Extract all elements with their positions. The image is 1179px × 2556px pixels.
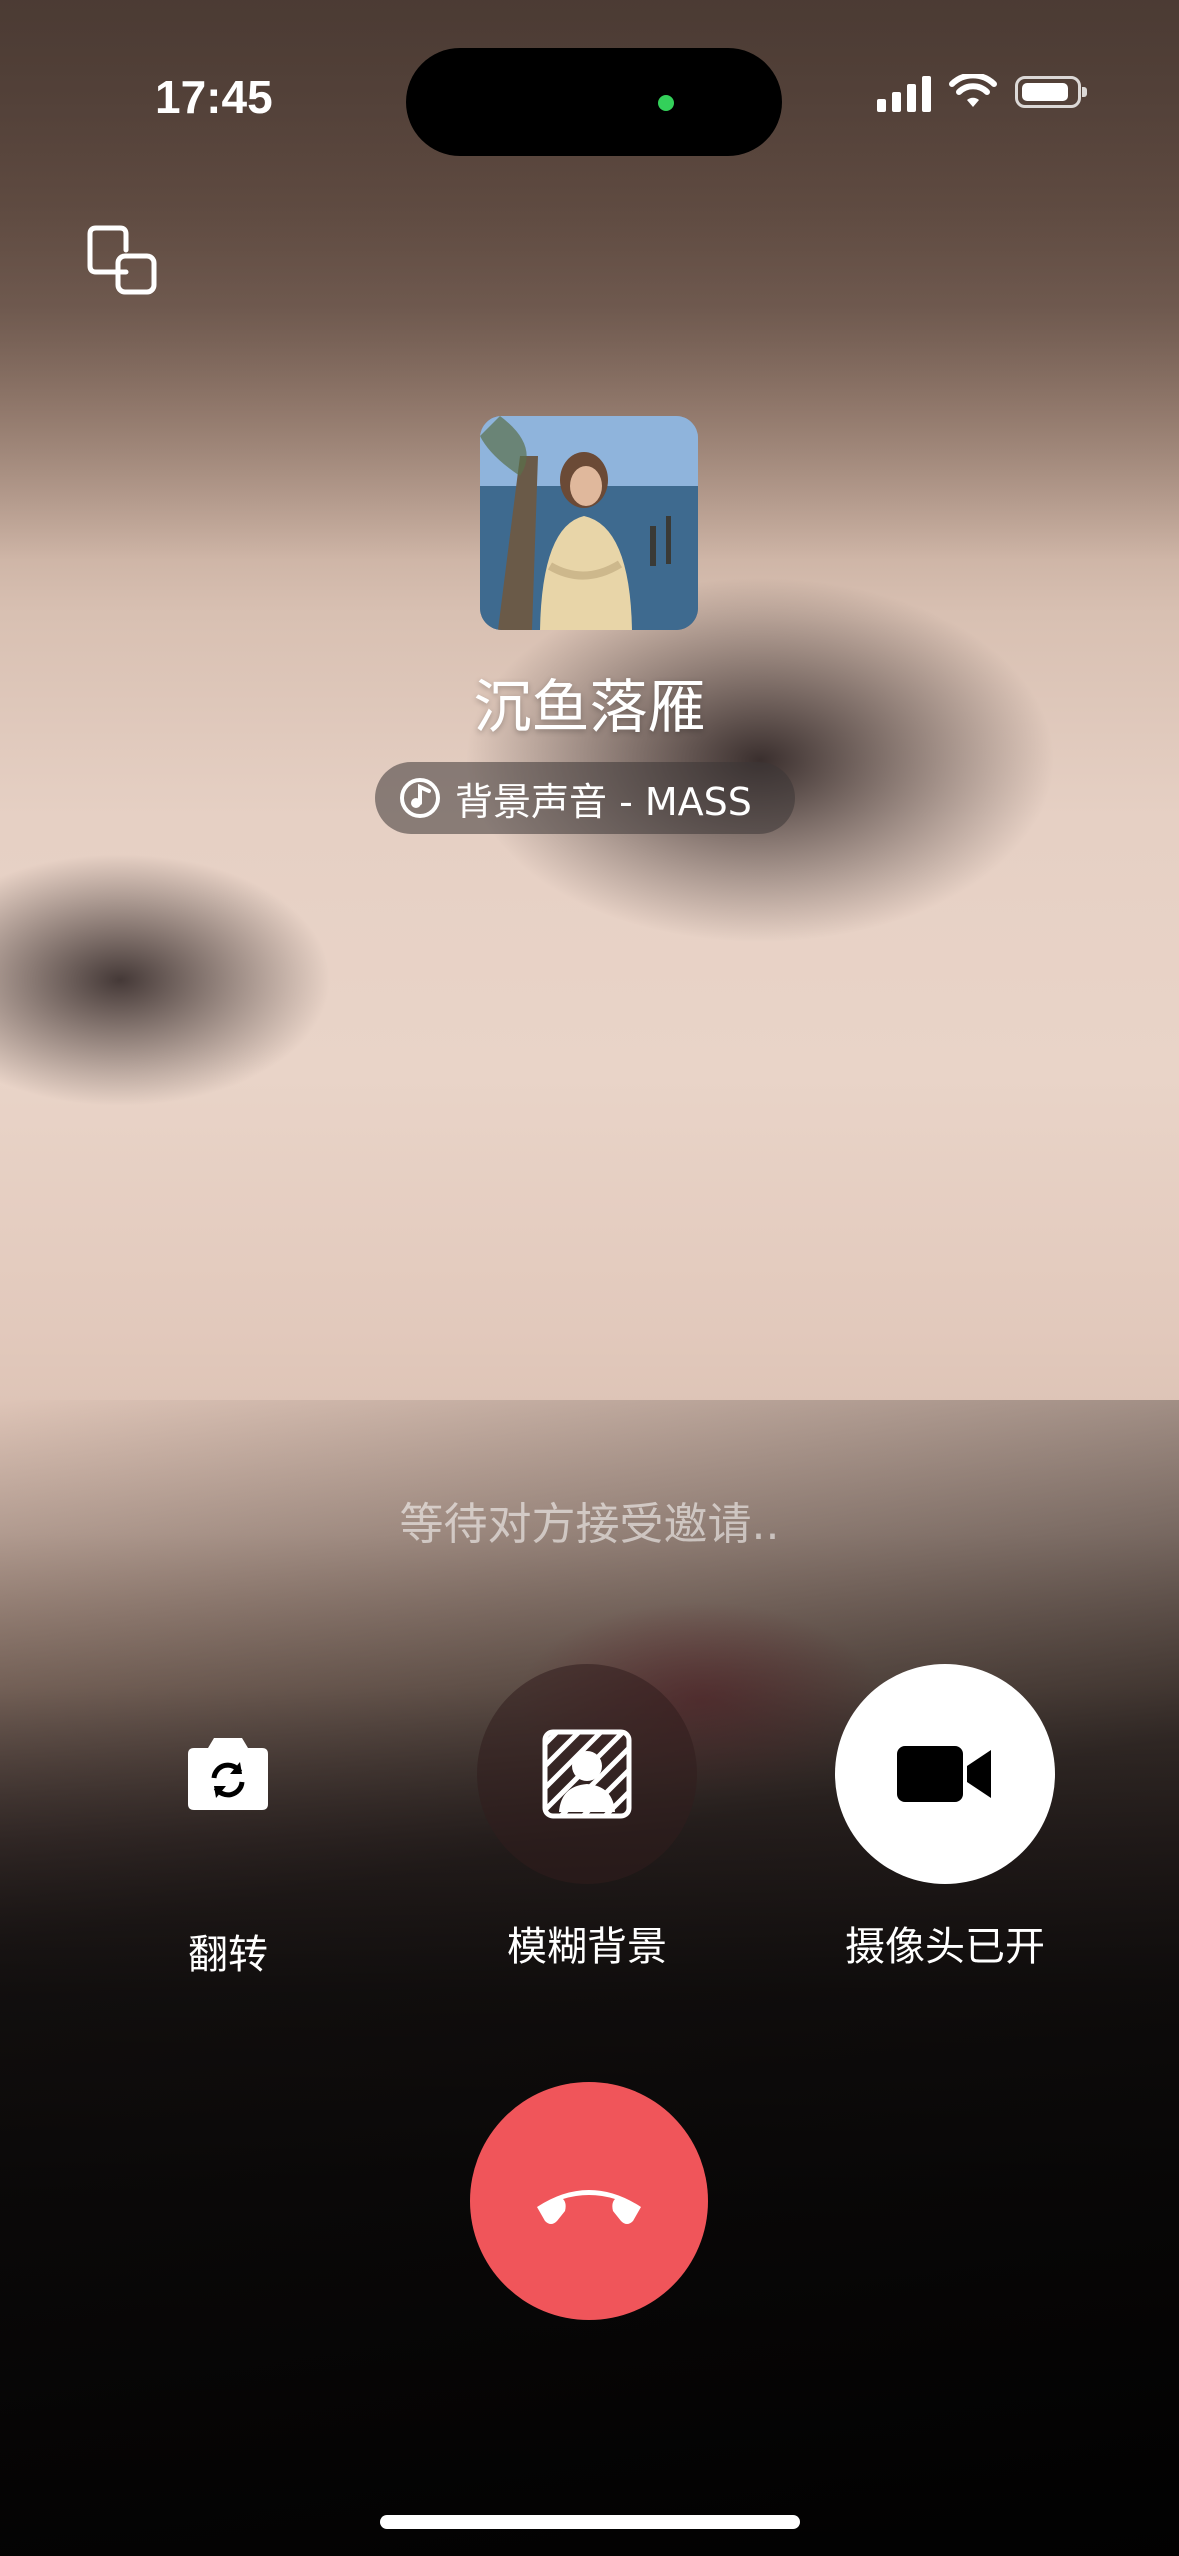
background-music-pill[interactable]: 背景声音 - MASS [375, 762, 795, 834]
flip-camera-button[interactable] [118, 1664, 338, 1884]
status-icons [877, 72, 1087, 112]
phone-hangup-icon [537, 2190, 641, 2224]
battery-fill [1022, 83, 1068, 101]
pip-switch-button[interactable] [86, 222, 160, 296]
dynamic-island [406, 48, 782, 156]
blur-background-button[interactable] [477, 1664, 697, 1884]
privacy-indicator [658, 95, 674, 111]
home-indicator[interactable] [380, 2515, 800, 2529]
wifi-icon [949, 74, 997, 107]
blur-background-icon [542, 1729, 632, 1819]
blur-background-label: 模糊背景 [507, 1924, 667, 1970]
battery-icon [1015, 76, 1087, 108]
music-note-icon [400, 778, 440, 818]
pip-switch-icon [87, 225, 157, 295]
caller-avatar [480, 416, 698, 630]
background-music-label: 背景声音 - MASS [455, 779, 752, 824]
video-camera-icon [897, 1746, 991, 1802]
flip-camera-label: 翻转 [188, 1932, 268, 1978]
cellular-signal-icon [877, 72, 931, 112]
status-time: 17:45 [155, 71, 273, 123]
flip-camera-icon [188, 1738, 268, 1810]
caller-name: 沉鱼落雁 [473, 673, 706, 741]
camera-toggle-button[interactable] [835, 1664, 1055, 1884]
camera-toggle-label: 摄像头已开 [845, 1924, 1045, 1970]
avatar-image [480, 416, 698, 630]
hangup-button[interactable] [470, 2082, 708, 2320]
call-status-text: 等待对方接受邀请.. [399, 1499, 780, 1550]
